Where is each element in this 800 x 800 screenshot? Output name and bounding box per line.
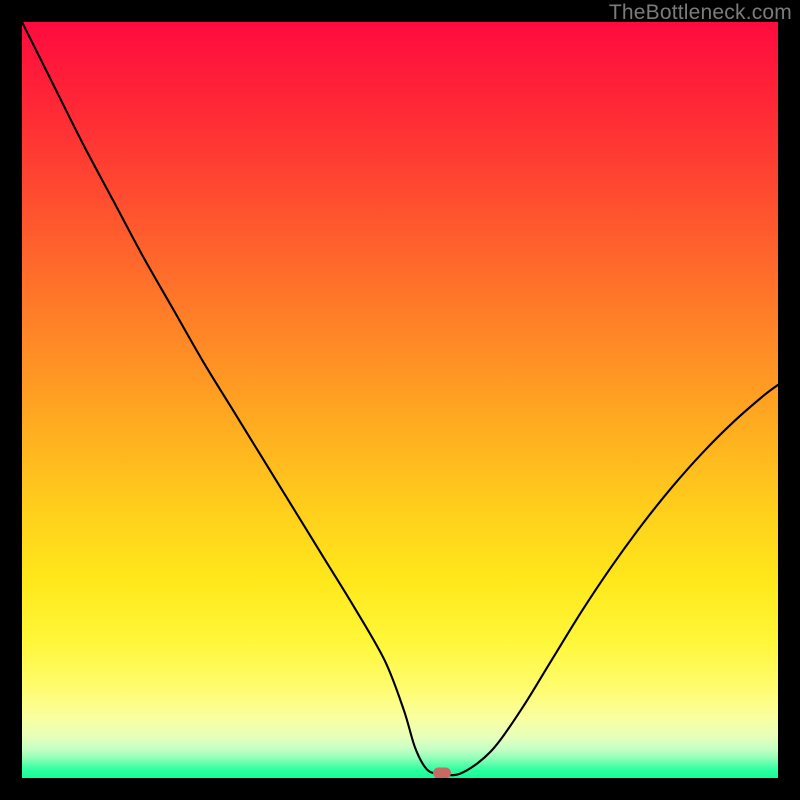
optimal-point-marker xyxy=(433,768,451,778)
watermark-text: TheBottleneck.com xyxy=(609,1,792,25)
curve-svg xyxy=(22,22,778,778)
chart-frame: TheBottleneck.com xyxy=(0,0,800,800)
plot-area xyxy=(22,22,778,778)
bottleneck-curve xyxy=(22,22,778,775)
